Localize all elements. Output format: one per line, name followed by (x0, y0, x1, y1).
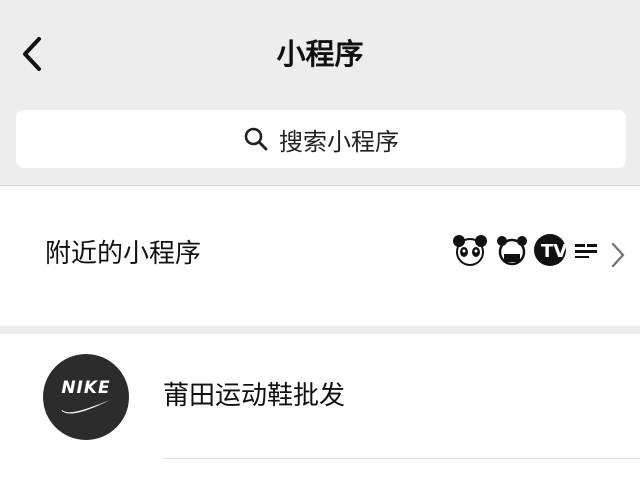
section-gap (0, 326, 640, 334)
panda-logo (453, 235, 487, 266)
tv-logo: TV (534, 234, 567, 266)
search-bar[interactable]: 搜索小程序 (16, 110, 626, 168)
divider (163, 458, 640, 459)
list-item-name: 莆田运动鞋批发 (163, 381, 346, 411)
nearby-label: 附近的小程序 (45, 239, 202, 269)
list-item[interactable]: NIKE 莆田运动鞋批发 (0, 334, 640, 460)
top-bar: 小程序 搜索小程序 (0, 0, 640, 185)
swoosh-icon (61, 400, 110, 414)
bear-logo (497, 236, 527, 266)
chevron-right-icon (610, 240, 626, 274)
svg-text:TV: TV (541, 241, 567, 262)
avatar: NIKE (43, 354, 129, 440)
brand-text-logo (573, 240, 599, 260)
page-title: 小程序 (276, 37, 364, 71)
nearby-logos: TV (448, 232, 601, 268)
mini-program-list: NIKE 莆田运动鞋批发 (0, 334, 640, 480)
avatar-brand-text: NIKE (61, 378, 111, 398)
nearby-mini-programs-row[interactable]: 附近的小程序 TV (0, 186, 640, 326)
search-icon (244, 127, 268, 151)
search-placeholder: 搜索小程序 (279, 127, 399, 156)
